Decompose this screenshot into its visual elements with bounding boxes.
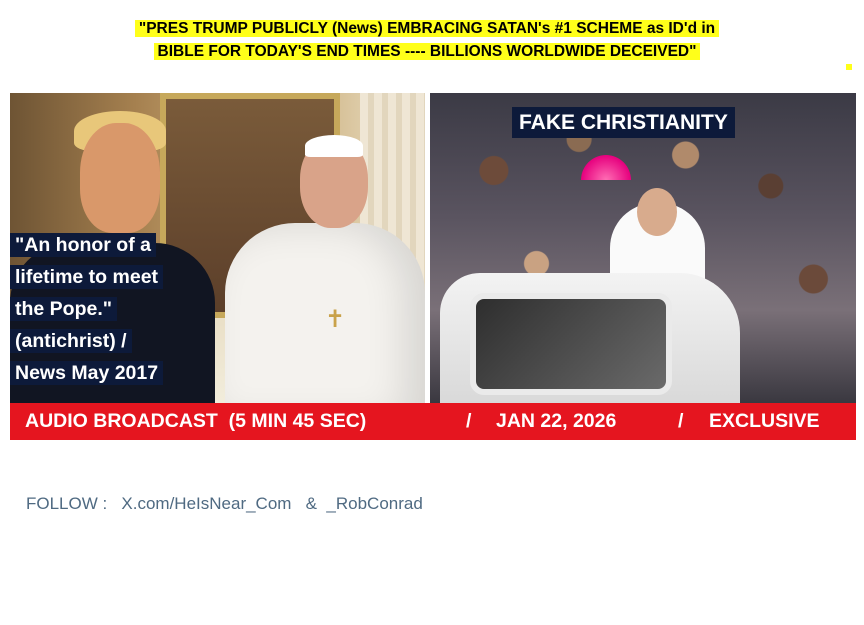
follow-footer: FOLLOW : X.com/HeIsNear_Com & _RobConrad (26, 494, 423, 513)
quote-line: lifetime to meet (10, 265, 164, 289)
fake-christianity-label: FAKE CHRISTIANITY (512, 107, 735, 138)
headline-line-1: "PRES TRUMP PUBLICLY (News) EMBRACING SA… (134, 20, 720, 37)
popemobile-crowd-photo (430, 93, 856, 403)
banner-date: JAN 22, 2026 (496, 410, 617, 432)
headline-line-2: BIBLE FOR TODAY'S END TIMES ---- BILLION… (153, 43, 701, 60)
pope-zucchetto (305, 135, 363, 157)
pectoral-cross-icon: ✝ (325, 306, 346, 333)
broadcast-banner: AUDIO BROADCAST (5 MIN 45 SEC) / JAN 22,… (10, 403, 856, 440)
headline: "PRES TRUMP PUBLICLY (News) EMBRACING SA… (38, 17, 816, 63)
yellow-dot (846, 64, 852, 70)
quote-line: the Pope." (10, 297, 118, 321)
trump-face (80, 123, 160, 233)
banner-separator: / (466, 410, 472, 432)
quote-line: (antichrist) / (10, 329, 132, 353)
fan (580, 148, 632, 180)
banner-exclusive: EXCLUSIVE (709, 410, 820, 432)
popemobile-window (470, 293, 672, 395)
pope-face-standing (637, 188, 677, 236)
quote-line: News May 2017 (10, 361, 164, 385)
banner-separator: / (678, 410, 684, 432)
banner-audio-broadcast: AUDIO BROADCAST (5 MIN 45 SEC) (25, 410, 367, 432)
quote-caption: "An honor of a lifetime to meet the Pope… (10, 229, 215, 389)
quote-line: "An honor of a (10, 233, 156, 257)
